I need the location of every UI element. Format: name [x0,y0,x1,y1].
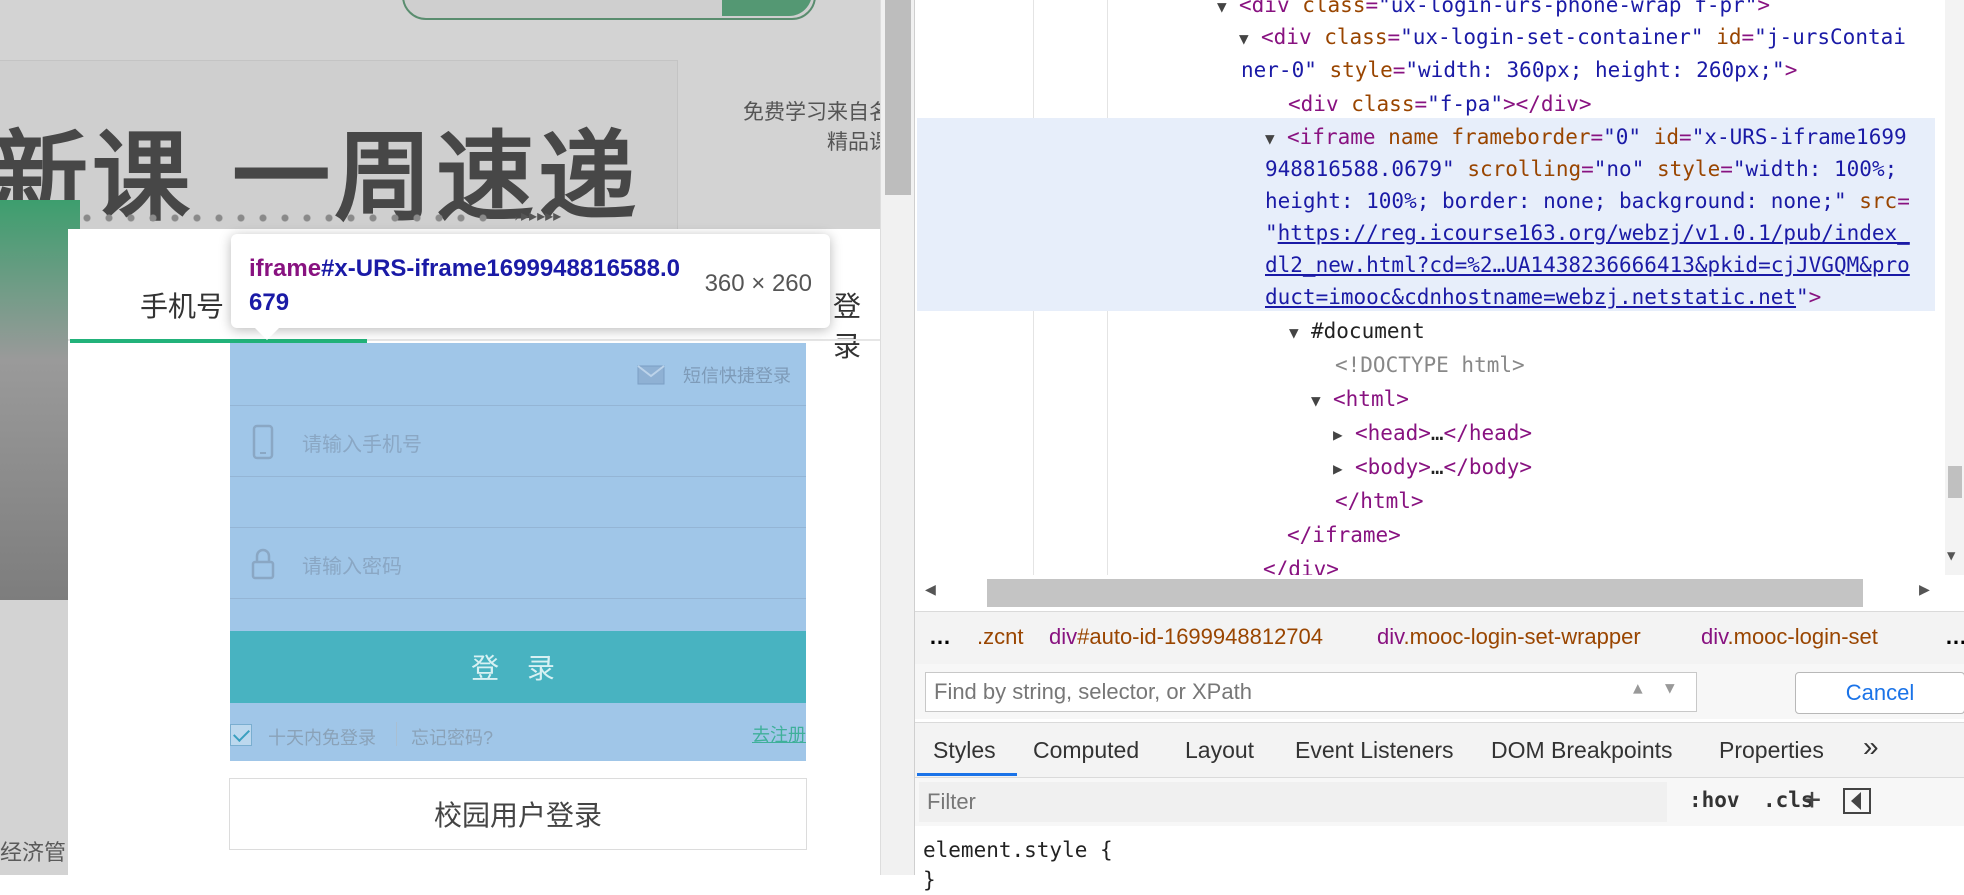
password-field[interactable]: 请输入密码 [230,527,806,599]
options-divider [396,722,397,746]
page-scrollbar[interactable] [880,0,915,875]
dom-node-set-container[interactable]: ▼ <div class="ux-login-set-container" id=… [1239,20,1906,56]
dom-node-iframe-close[interactable]: </iframe> [1287,518,1401,552]
banner-dots [10,212,490,224]
dom-node-html[interactable]: ▼ <html> [1311,382,1409,418]
login-options: 十天内免登录 忘记密码? 去注册 [230,718,806,750]
tab-properties[interactable]: Properties [1719,737,1824,764]
tab-layout[interactable]: Layout [1185,737,1254,764]
tab-event-listeners[interactable]: Event Listeners [1295,737,1454,764]
elements-tree: ▼ <div class="ux-login-urs-phone-wrap f-p… [915,0,1945,575]
dom-node-iframe-cont1: 948816588.0679" scrolling="no" style="wi… [1265,157,1898,181]
mail-icon [637,365,665,385]
new-style-rule-icon[interactable]: + [1803,782,1821,817]
dom-node-body[interactable]: ▶ <body>…</body> [1333,450,1532,486]
elements-vertical-scrollbar[interactable]: ▼ [1945,0,1964,575]
find-input[interactable] [925,672,1697,712]
tab-dom-breakpoints[interactable]: DOM Breakpoints [1491,737,1673,764]
more-tabs-icon[interactable]: » [1863,731,1879,763]
tooltip-size: 360 × 260 [704,270,812,297]
tab-computed[interactable]: Computed [1033,737,1139,764]
hover-state-toggle[interactable]: :hov [1689,788,1740,812]
breadcrumb-overflow-left[interactable]: … [929,624,951,650]
login-button[interactable]: 登 录 [230,631,806,703]
sms-quick-login-label: 短信快捷登录 [683,366,791,386]
scroll-left-arrow-icon[interactable]: ◀ [925,579,936,600]
dom-breadcrumbs: … .zcnt div#auto-id-1699948812704 div.mo… [915,611,1964,665]
find-bar: ▲ ▼ Cancel [915,664,1964,719]
breadcrumb-auto-id[interactable]: div#auto-id-1699948812704 [1049,624,1323,650]
styles-filter-input[interactable] [919,782,1667,822]
iframe-src-link-3[interactable]: duct=imooc&cdnhostname=webzj.netstatic.n… [1265,280,1821,314]
remember-checkbox[interactable] [230,724,252,746]
toggle-sidebar-icon[interactable] [1843,788,1871,814]
dom-node-iframe[interactable]: ▼ <iframe name frameborder="0" id="x-URS-… [1265,120,1907,156]
tab-other-login[interactable]: 登录 [833,285,880,365]
lock-icon [251,548,275,580]
elements-horizontal-scrollbar[interactable]: ◀ ▶ [915,575,1945,611]
sms-quick-login[interactable]: 短信快捷登录 [637,362,791,388]
remember-label[interactable]: 十天内免登录 [268,724,376,750]
breadcrumb-overflow-right[interactable]: … [1945,624,1964,650]
iframe-src-link-1[interactable]: "https://reg.icourse163.org/webzj/v1.0.1… [1265,216,1910,250]
scroll-down-arrow-icon[interactable]: ▼ [1947,548,1955,564]
devtools-panel: ▼ <div class="ux-login-urs-phone-wrap f-p… [914,0,1964,892]
banner-side-text: 免费学习来自名 精品课 [730,98,880,158]
dom-node-head[interactable]: ▶ <head>…</head> [1333,416,1532,452]
phone-icon [252,424,274,460]
register-link[interactable]: 去注册 [752,721,806,747]
web-page: 新课 一周速递 →▸▸▸▸▸ 免费学习来自名 精品课 经济管 手机号 登录 短信… [0,0,880,875]
dom-node-div-close[interactable]: </div> [1263,552,1339,575]
tooltip-tag: iframe [249,255,322,282]
styles-filter-bar: :hov .cls + [915,778,1964,826]
breadcrumb-login-set-wrapper[interactable]: div.mooc-login-set-wrapper [1377,624,1641,650]
breadcrumb-login-set[interactable]: div.mooc-login-set [1701,624,1878,650]
iframe-src-link-2[interactable]: dl2_new.html?cd=%2…UA1438236666413&pkid=… [1265,248,1910,282]
dom-node-f-pa[interactable]: <div class="f-pa"></div> [1288,87,1592,121]
active-tab-indicator [917,773,1017,776]
forgot-password-link[interactable]: 忘记密码? [411,724,493,750]
find-next-icon[interactable]: ▼ [1665,678,1675,697]
horizontal-scrollbar-thumb[interactable] [987,579,1863,607]
phone-placeholder: 请输入手机号 [302,434,422,456]
tab-phone-login[interactable]: 手机号 [140,285,224,325]
style-rule-selector: element.style { [923,838,1113,862]
elements-vertical-scrollbar-thumb[interactable] [1948,466,1962,498]
sidebar-tabs: Styles Computed Layout Event Listeners D… [915,722,1964,778]
banner-arrows: →▸▸▸▸▸ [505,208,562,225]
dom-node-html-close[interactable]: </html> [1335,484,1424,518]
dom-node-doctype[interactable]: <!DOCTYPE html> [1335,348,1525,382]
phone-field[interactable]: 请输入手机号 [230,405,806,477]
find-previous-icon[interactable]: ▲ [1633,678,1643,697]
scroll-right-arrow-icon[interactable]: ▶ [1919,579,1930,600]
background-category-text: 经济管 [0,840,67,865]
campus-login-button[interactable]: 校园用户登录 [229,778,807,850]
tab-styles[interactable]: Styles [933,737,996,764]
background-search-button[interactable] [722,0,812,16]
dom-node-iframe-cont2: height: 100%; border: none; background: … [1265,189,1910,213]
password-placeholder: 请输入密码 [302,556,402,578]
element-style-rule[interactable]: element.style {} [923,835,1113,895]
inspector-tooltip: iframe#x-URS-iframe1699948816588.0679 36… [231,234,830,340]
dom-node-document[interactable]: ▼ #document [1289,314,1425,350]
dom-node-set-container-cont: ner-0" style="width: 360px; height: 260p… [1241,58,1798,82]
side-text-line2: 精品课 [827,131,880,154]
find-cancel-button[interactable]: Cancel [1795,672,1964,714]
tooltip-element-name: iframe#x-URS-iframe1699948816588.0679 [249,252,689,320]
page-scrollbar-thumb[interactable] [885,0,911,195]
breadcrumb-zcnt[interactable]: .zcnt [977,624,1023,650]
style-rule-close: } [923,868,936,892]
side-text-line1: 免费学习来自名 [743,101,880,124]
